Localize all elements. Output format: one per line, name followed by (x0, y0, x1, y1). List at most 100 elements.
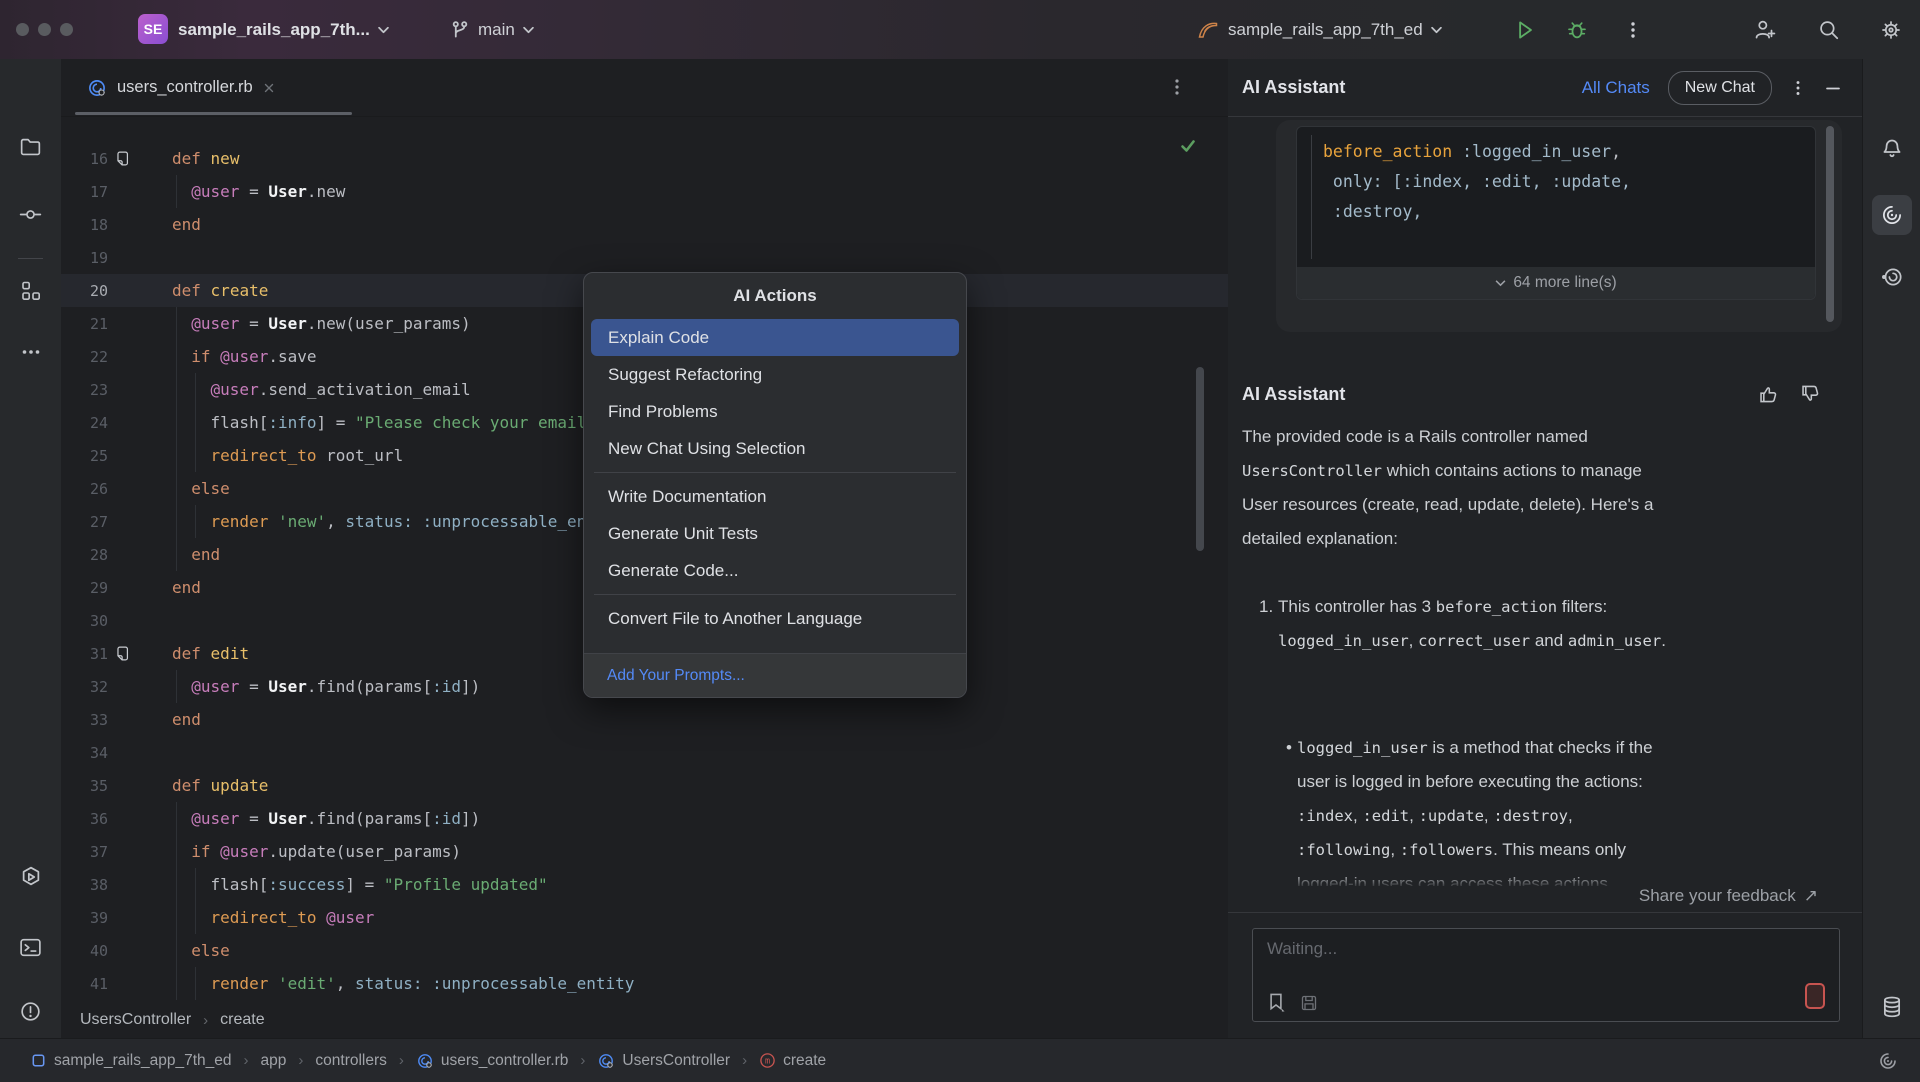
line-number[interactable]: 33 (61, 711, 108, 729)
search-everywhere-button[interactable] (1816, 0, 1842, 59)
line-number[interactable]: 22 (61, 348, 108, 366)
line-number[interactable]: 23 (61, 381, 108, 399)
tab-options-kebab[interactable] (1166, 76, 1188, 98)
inspections-ok-check-icon[interactable] (1178, 136, 1198, 156)
line-number[interactable]: 27 (61, 513, 108, 531)
line-number[interactable]: 34 (61, 744, 108, 762)
menu-item-explain-code[interactable]: Explain Code (591, 319, 959, 356)
editor-breadcrumbs[interactable]: UsersController›create (61, 1002, 1228, 1038)
window-control-dot[interactable] (16, 23, 29, 36)
run-configuration[interactable]: sample_rails_app_7th_ed (1196, 0, 1442, 59)
line-number[interactable]: 32 (61, 678, 108, 696)
menu-item-suggest-refactoring[interactable]: Suggest Refactoring (591, 356, 959, 393)
line-number[interactable]: 37 (61, 843, 108, 861)
status-breadcrumb-controllers[interactable]: controllers (315, 1052, 387, 1070)
panel-options-kebab[interactable] (1788, 78, 1808, 98)
line-number[interactable]: 20 (61, 282, 108, 300)
line-number[interactable]: 29 (61, 579, 108, 597)
status-breadcrumb-sample-rails-app-7th-ed[interactable]: sample_rails_app_7th_ed (30, 1052, 232, 1070)
project-folder-icon[interactable] (11, 126, 51, 166)
breadcrumb-item[interactable]: UsersController (80, 1011, 191, 1029)
new-chat-button[interactable]: New Chat (1668, 71, 1772, 105)
problems-icon[interactable] (11, 991, 51, 1031)
line-number[interactable]: 25 (61, 447, 108, 465)
code-line[interactable]: 36 @user = User.find(params[:id]) (61, 802, 1228, 835)
line-number[interactable]: 28 (61, 546, 108, 564)
code-line[interactable]: 18end (61, 208, 1228, 241)
line-number[interactable]: 17 (61, 183, 108, 201)
thumbs-up-icon[interactable] (1756, 382, 1780, 406)
line-number[interactable]: 36 (61, 810, 108, 828)
line-number[interactable]: 40 (61, 942, 108, 960)
line-number[interactable]: 18 (61, 216, 108, 234)
line-number[interactable]: 35 (61, 777, 108, 795)
settings-gear-icon[interactable] (1878, 0, 1904, 59)
status-breadcrumb-users-controller-rb[interactable]: users_controller.rb (416, 1052, 569, 1070)
editor-scrollbar[interactable] (1196, 367, 1204, 551)
stop-generation-button[interactable] (1805, 983, 1825, 1009)
line-number[interactable]: 38 (61, 876, 108, 894)
line-number[interactable]: 41 (61, 975, 108, 993)
more-tool-windows-icon[interactable] (11, 332, 51, 372)
bookmark-note-icon[interactable] (114, 150, 131, 167)
chat-messages[interactable]: before_action :logged_in_user, only: [:i… (1228, 116, 1862, 886)
ai-chat-tool-icon[interactable] (1872, 257, 1912, 297)
close-icon[interactable] (263, 82, 275, 94)
more-actions-kebab[interactable] (1622, 0, 1644, 59)
menu-item-convert-file-to-another-language[interactable]: Convert File to Another Language (591, 600, 959, 637)
code-line[interactable]: 38 flash[:success] = "Profile updated" (61, 868, 1228, 901)
ai-status-icon[interactable] (1876, 1049, 1900, 1073)
project-selector[interactable]: sample_rails_app_7th... (178, 0, 389, 59)
menu-item-write-documentation[interactable]: Write Documentation (591, 478, 959, 515)
services-run-icon[interactable] (11, 857, 51, 897)
line-number[interactable]: 31 (61, 645, 108, 663)
code-line[interactable]: 33end (61, 703, 1228, 736)
code-with-me-button[interactable] (1752, 0, 1778, 59)
status-breadcrumb-create[interactable]: mcreate (759, 1052, 826, 1070)
code-line[interactable]: 19 (61, 241, 1228, 274)
line-number[interactable]: 16 (61, 150, 108, 168)
line-number[interactable]: 39 (61, 909, 108, 927)
code-line[interactable]: 16def new (61, 142, 1228, 175)
notifications-bell-icon[interactable] (1872, 129, 1912, 169)
bookmark-note-icon[interactable] (114, 645, 131, 662)
line-number[interactable]: 26 (61, 480, 108, 498)
tab-users-controller[interactable]: users_controller.rb (75, 59, 287, 116)
database-icon[interactable] (1872, 987, 1912, 1027)
status-breadcrumb-userscontroller[interactable]: UsersController (597, 1052, 730, 1070)
menu-item-find-problems[interactable]: Find Problems (591, 393, 959, 430)
commit-icon[interactable] (11, 194, 51, 234)
window-control-dot[interactable] (38, 23, 51, 36)
code-line[interactable]: 17 @user = User.new (61, 175, 1228, 208)
code-line[interactable]: 40 else (61, 934, 1228, 967)
message-scrollbar[interactable] (1826, 126, 1834, 322)
menu-item-generate-unit-tests[interactable]: Generate Unit Tests (591, 515, 959, 552)
window-control-dot[interactable] (60, 23, 73, 36)
menu-item-new-chat-using-selection[interactable]: New Chat Using Selection (591, 430, 959, 467)
status-breadcrumb-app[interactable]: app (261, 1052, 287, 1070)
menu-item-add-your-prompts[interactable]: Add Your Prompts... (584, 653, 966, 697)
ai-assistant-tool-icon[interactable] (1872, 195, 1912, 235)
all-chats-link[interactable]: All Chats (1582, 78, 1650, 98)
terminal-icon[interactable] (11, 927, 51, 967)
line-number[interactable]: 30 (61, 612, 108, 630)
structure-icon[interactable] (11, 271, 51, 311)
code-line[interactable]: 35def update (61, 769, 1228, 802)
chat-input[interactable]: Waiting... (1252, 928, 1840, 1022)
line-number[interactable]: 24 (61, 414, 108, 432)
run-button[interactable] (1512, 0, 1538, 59)
minimize-icon[interactable] (1824, 79, 1842, 97)
thumbs-down-icon[interactable] (1798, 382, 1822, 406)
line-number[interactable]: 21 (61, 315, 108, 333)
menu-item-generate-code[interactable]: Generate Code... (591, 552, 959, 589)
code-line[interactable]: 37 if @user.update(user_params) (61, 835, 1228, 868)
branch-selector[interactable]: main (450, 0, 534, 59)
prompt-library-icon[interactable] (1265, 991, 1287, 1013)
line-number[interactable]: 19 (61, 249, 108, 267)
expand-more-lines[interactable]: 64 more line(s) (1297, 267, 1815, 299)
breadcrumb-item[interactable]: create (220, 1011, 264, 1029)
code-line[interactable]: 41 render 'edit', status: :unprocessable… (61, 967, 1228, 1000)
code-line[interactable]: 39 redirect_to @user (61, 901, 1228, 934)
share-feedback-link[interactable]: Share your feedback↗ (1639, 886, 1818, 906)
save-icon[interactable] (1299, 993, 1319, 1013)
